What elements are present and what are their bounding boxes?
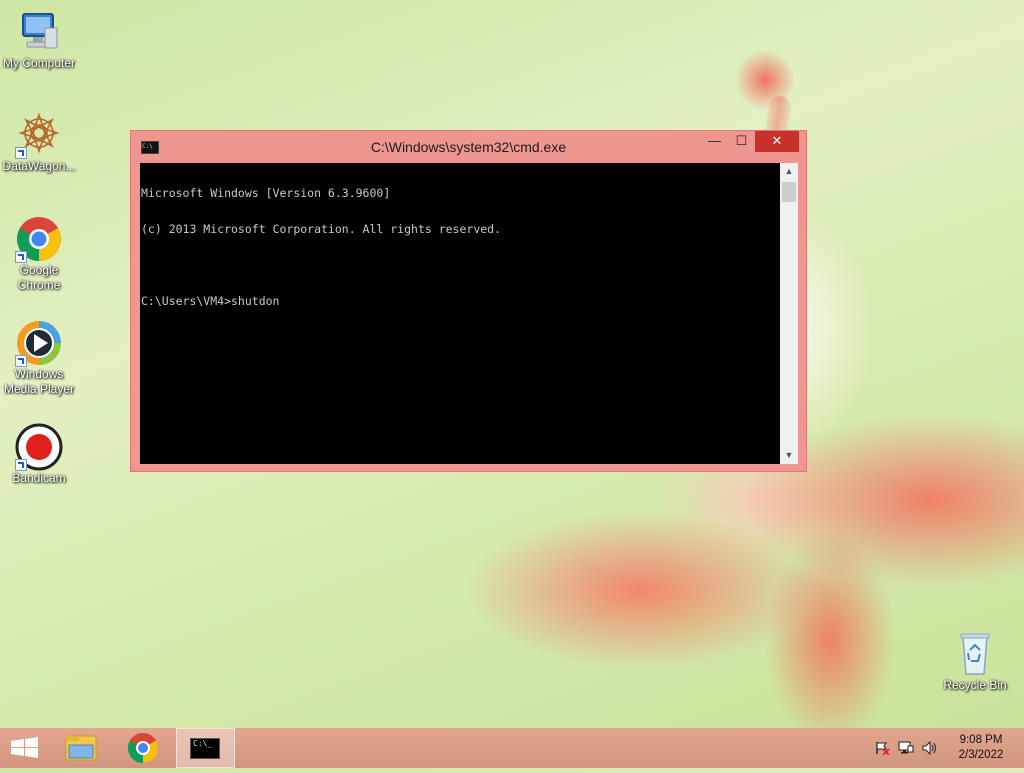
shortcut-arrow-icon [15, 459, 27, 471]
folder-icon [65, 735, 97, 761]
taskbar-google-chrome[interactable] [115, 728, 171, 768]
datawagon-mandala-icon [15, 111, 63, 159]
desktop-icon-datawagon[interactable]: DataWagon... [0, 111, 78, 174]
taskbar-command-prompt[interactable]: C:\_ [176, 728, 235, 768]
title-bar[interactable]: C:\ C:\Windows\system32\cmd.exe — ☐ ✕ [131, 131, 806, 162]
shortcut-arrow-icon [15, 355, 27, 367]
minimize-button[interactable]: — [701, 131, 728, 152]
start-button[interactable] [0, 728, 56, 768]
media-player-icon [15, 319, 63, 367]
desktop-icon-label: DataWagon... [2, 159, 76, 173]
cmd-icon: C:\_ [190, 738, 220, 759]
taskbar: C:\_ 9:08 PM 2/3/2022 [0, 728, 1024, 768]
console-line: (c) 2013 Microsoft Corporation. All righ… [141, 222, 502, 236]
close-button[interactable]: ✕ [755, 131, 799, 152]
chrome-icon [127, 733, 159, 763]
scroll-down-icon[interactable]: ▼ [780, 447, 798, 464]
desktop-icon-recycle-bin[interactable]: Recycle Bin [936, 630, 1014, 693]
clock-date: 2/3/2022 [958, 749, 1004, 761]
desktop-icon-label: Windows Media Player [3, 367, 75, 396]
recycle-bin-icon [951, 630, 999, 678]
volume-icon[interactable] [922, 740, 938, 756]
desktop-icon-bandicam[interactable]: Bandicam [0, 423, 78, 486]
clock-time: 9:08 PM [959, 734, 1003, 746]
windows-logo-icon [11, 737, 38, 758]
console-output[interactable]: Microsoft Windows [Version 6.3.9600] (c)… [140, 163, 780, 464]
chrome-icon [15, 215, 63, 263]
system-clock[interactable]: 9:08 PM 2/3/2022 [950, 733, 1012, 763]
desktop-icon-google-chrome[interactable]: Google Chrome [0, 215, 78, 293]
shortcut-arrow-icon [15, 251, 27, 263]
maximize-button[interactable]: ☐ [728, 131, 755, 152]
scroll-up-icon[interactable]: ▲ [780, 163, 798, 180]
cmd-window[interactable]: C:\ C:\Windows\system32\cmd.exe — ☐ ✕ Mi… [130, 130, 807, 472]
bandicam-record-icon [15, 423, 63, 471]
scrollbar-thumb[interactable] [782, 182, 796, 202]
console-line: Microsoft Windows [Version 6.3.9600] [141, 186, 391, 200]
computer-icon [15, 8, 63, 56]
action-center-flag-icon[interactable] [874, 741, 890, 756]
shortcut-arrow-icon [15, 147, 27, 159]
desktop-icon-windows-media-player[interactable]: Windows Media Player [0, 319, 78, 397]
desktop-icon-label: Recycle Bin [943, 678, 1007, 692]
console-line: C:\Users\VM4>shutdon [141, 294, 280, 308]
network-icon[interactable] [898, 741, 914, 755]
taskbar-file-explorer[interactable] [54, 728, 110, 768]
desktop-icon-label: Google Chrome [17, 263, 61, 292]
desktop-icon-my-computer[interactable]: My Computer [0, 8, 78, 71]
cmd-icon-text: C:\_ [193, 739, 213, 748]
desktop-icon-label: Bandicam [12, 471, 66, 485]
desktop-icon-label: My Computer [2, 56, 76, 70]
vertical-scrollbar[interactable]: ▲ ▼ [780, 163, 798, 464]
